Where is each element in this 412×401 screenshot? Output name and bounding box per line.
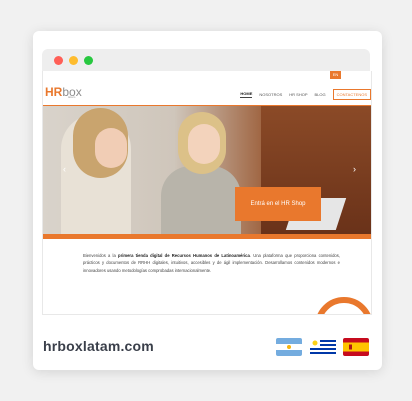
hero-banner: ‹ › Entrá en el HR Shop [43,106,371,234]
nav-item-hr-shop[interactable]: HR SHOP [289,92,307,97]
argentina-flag-icon [276,338,302,356]
language-badge[interactable]: EN [330,71,341,79]
intro-text-bold: primera tienda digital de Recursos Human… [118,253,250,258]
intro-text-pre: Bienvenidos a la [83,253,119,258]
logo-main: HR [45,85,63,99]
hero-bottom-strip [43,234,371,239]
site-domain-label: hrboxlatam.com [43,338,154,354]
carousel-next-icon[interactable]: › [353,164,356,174]
hr-shop-cta-button[interactable]: Entrá en el HR Shop [235,187,321,221]
window-close-button[interactable] [54,56,63,65]
uruguay-flag-icon [310,338,336,356]
spain-flag-icon [343,338,369,356]
hero-person-left-face [95,128,127,168]
window-minimize-button[interactable] [69,56,78,65]
intro-paragraph: Bienvenidos a la primera tienda digital … [83,252,340,274]
nav-item-blog[interactable]: BLOG [315,92,326,97]
hero-person-right-body [161,166,241,234]
hero-person-right-face [188,124,220,164]
window-maximize-button[interactable] [84,56,93,65]
carousel-prev-icon[interactable]: ‹ [63,164,66,174]
nav-item-nosotros[interactable]: NOSOTROS [259,92,282,97]
logo-sub: latam [68,95,76,99]
browser-title-bar [42,49,370,71]
contact-button[interactable]: CONTACTENOS [332,89,371,100]
browser-viewport: EN HRbox latam HOME NOSOTROS HR SHOP BLO… [42,71,372,315]
decorative-orange-arc [315,297,371,314]
main-nav: HOME NOSOTROS HR SHOP BLOG CONTACTENOS [240,89,371,100]
nav-item-home[interactable]: HOME [240,91,253,98]
site-logo[interactable]: HRbox latam [45,83,82,101]
